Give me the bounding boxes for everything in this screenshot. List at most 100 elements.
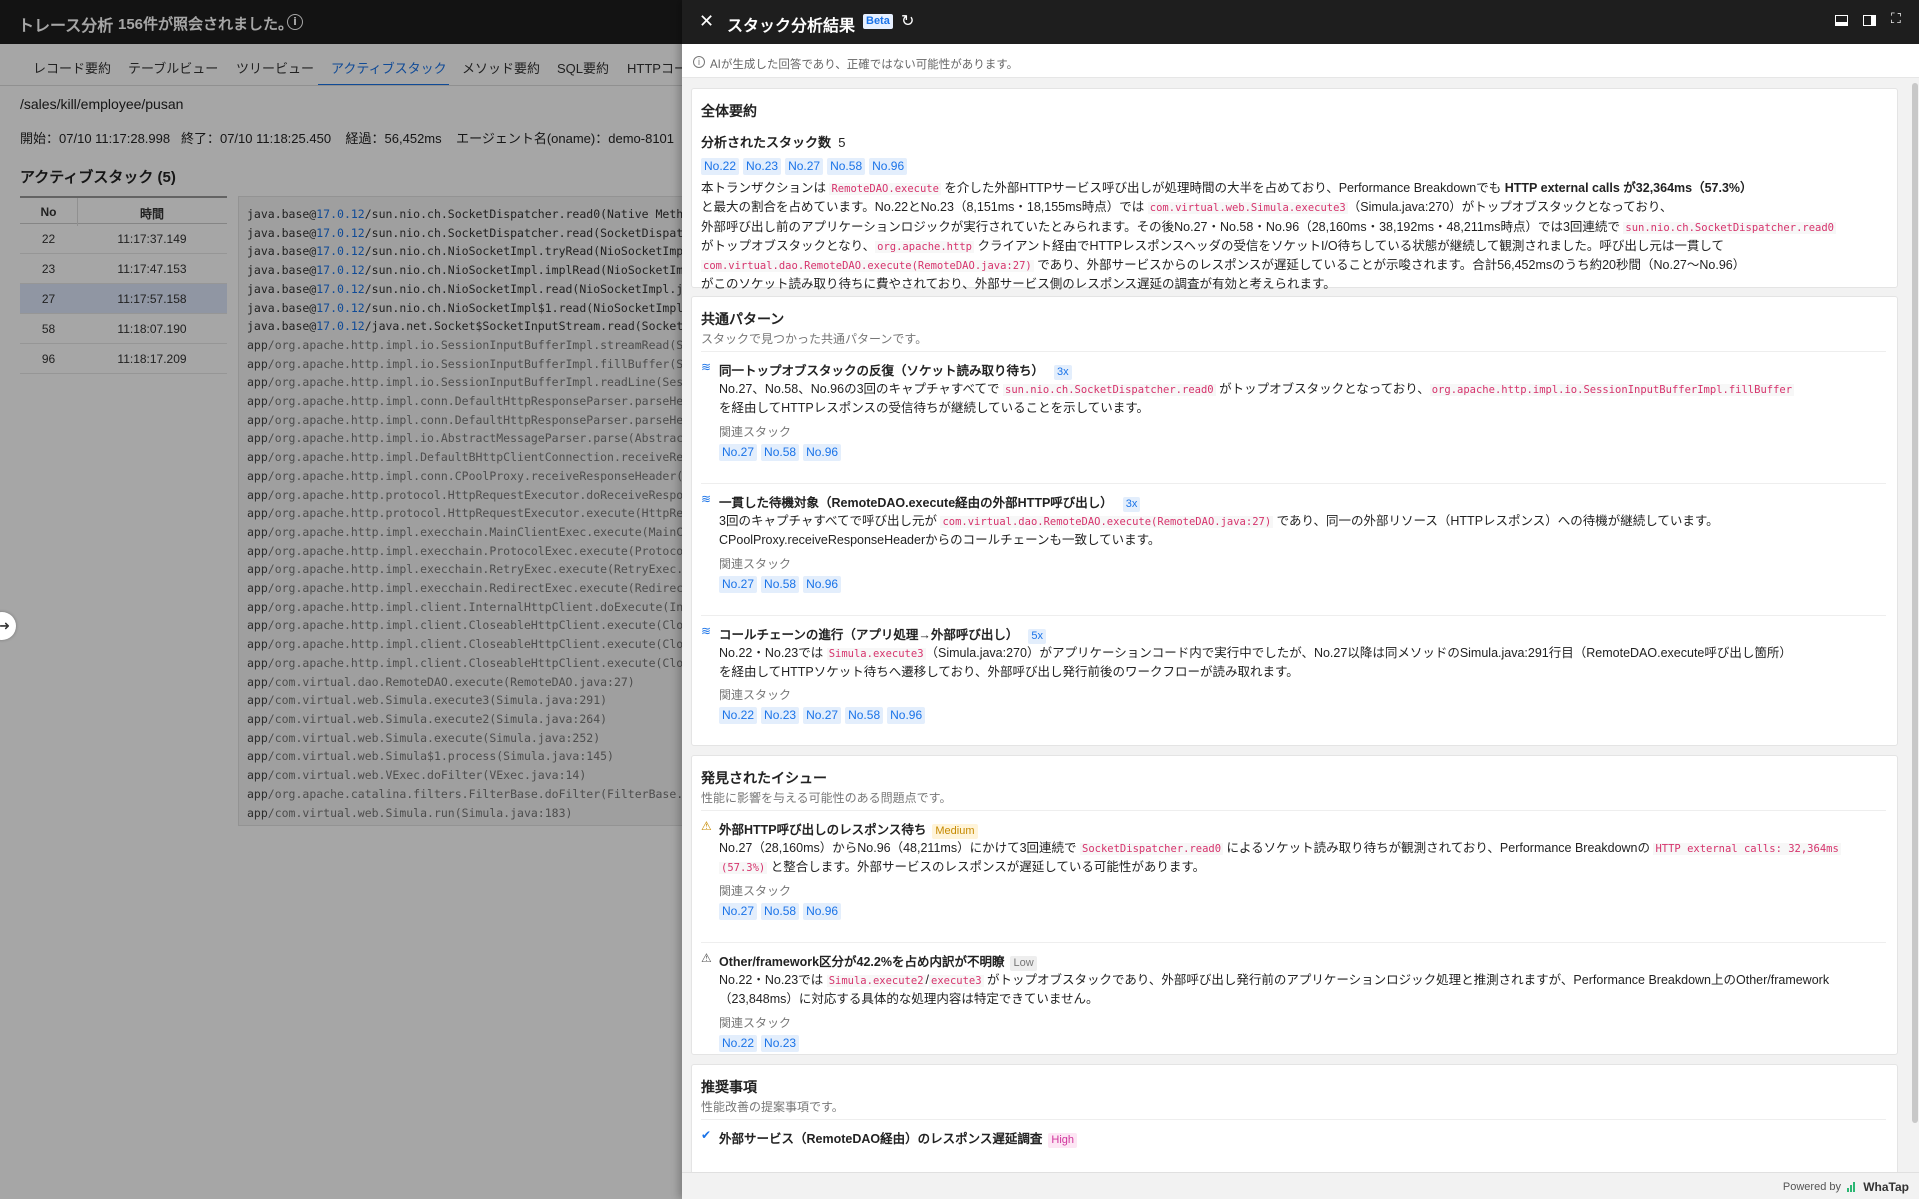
divider xyxy=(701,615,1886,616)
stack-tag[interactable]: No.58 xyxy=(827,158,866,175)
analyzed-count: 5 xyxy=(838,135,846,150)
warning-icon: ⚠ xyxy=(701,951,712,965)
close-icon[interactable]: ✕ xyxy=(699,11,714,32)
severity-badge: Medium xyxy=(932,824,978,839)
patterns-subtitle: スタックで見つかった共通パターンです。 xyxy=(701,332,928,346)
pattern-item: ≋ 一貫した待機対象（RemoteDAO.execute経由の外部HTTP呼び出… xyxy=(701,492,1886,604)
stack-analysis-panel: ✕ スタック分析結果 Beta ↻ ⛶ i AIが生成した回答であり、正確ではな… xyxy=(682,0,1919,1199)
pattern-item: ≋ 同一トップオブスタックの反復（ソケット読み取り待ち） 3x No.27、No.… xyxy=(701,360,1886,472)
occurrence-badge: 3x xyxy=(1054,365,1072,380)
issue-text: No.27（28,160ms）からNo.96（48,211ms）にかけて3回連続… xyxy=(719,841,1841,874)
related-label: 関連スタック xyxy=(719,884,792,898)
stack-tag[interactable]: No.27 xyxy=(719,444,758,461)
related-tags: No.22 No.23 No.27 No.58 No.96 xyxy=(719,706,929,724)
stack-tag[interactable]: No.58 xyxy=(845,707,884,724)
pattern-item: ≋ コールチェーンの進行（アプリ処理→外部呼び出し） 5x No.22・No.23… xyxy=(701,624,1886,736)
related-label: 関連スタック xyxy=(719,425,792,439)
stack-tag[interactable]: No.96 xyxy=(869,158,908,175)
stack-tag[interactable]: No.96 xyxy=(803,903,842,920)
layers-icon: ≋ xyxy=(701,360,712,374)
stack-tag[interactable]: No.22 xyxy=(719,707,758,724)
related-label: 関連スタック xyxy=(719,688,792,702)
issue-text: No.22・No.23では Simula.execute2/execute3 が… xyxy=(719,973,1830,1006)
issue-item: ⚠ Other/framework区分が42.2%を占め内訳が不明瞭 Low No… xyxy=(701,951,1886,1063)
pattern-title: コールチェーンの進行（アプリ処理→外部呼び出し） 5x xyxy=(719,624,1047,644)
pattern-title: 一貫した待機対象（RemoteDAO.execute経由の外部HTTP呼び出し）… xyxy=(719,492,1141,512)
warning-icon: ⚠ xyxy=(701,819,712,833)
pattern-text: No.27、No.58、No.96の3回のキャプチャすべてで sun.nio.c… xyxy=(719,382,1795,415)
pattern-title: 同一トップオブスタックの反復（ソケット読み取り待ち） 3x xyxy=(719,360,1072,380)
stack-tag[interactable]: No.22 xyxy=(701,158,740,175)
related-tags: No.22 No.23 xyxy=(719,1034,803,1052)
divider xyxy=(701,810,1886,811)
ai-notice-bar: i AIが生成した回答であり、正確ではない可能性があります。 xyxy=(682,44,1919,78)
stack-tag[interactable]: No.58 xyxy=(761,576,800,593)
pattern-text: 3回のキャプチャすべてで呼び出し元が com.virtual.dao.Remot… xyxy=(719,514,1719,547)
issues-title: 発見されたイシュー xyxy=(701,770,827,786)
recommendations-subtitle: 性能改善の提案事項です。 xyxy=(701,1100,844,1114)
brand-logo: WhaTap xyxy=(1863,1180,1909,1194)
dock-bottom-icon[interactable] xyxy=(1835,15,1848,26)
summary-text: 本トランザクションは RemoteDAO.execute を介した外部HTTPサ… xyxy=(701,181,1837,292)
recommendation-title: 外部サービス（RemoteDAO経由）のレスポンス遅延調査 High xyxy=(719,1128,1077,1148)
check-circle-icon: ✔ xyxy=(701,1128,712,1142)
refresh-icon[interactable]: ↻ xyxy=(901,11,914,30)
stack-tag[interactable]: No.23 xyxy=(743,158,782,175)
severity-badge: Low xyxy=(1010,956,1037,971)
stack-tag[interactable]: No.58 xyxy=(761,903,800,920)
stack-tag[interactable]: No.23 xyxy=(761,707,800,724)
layers-icon: ≋ xyxy=(701,624,712,638)
stack-tag[interactable]: No.22 xyxy=(719,1035,758,1052)
priority-badge: High xyxy=(1048,1133,1077,1148)
issue-title: Other/framework区分が42.2%を占め内訳が不明瞭 Low xyxy=(719,951,1037,971)
divider xyxy=(701,942,1886,943)
pattern-text: No.22・No.23では Simula.execute3 （Simula.jav… xyxy=(719,646,1792,679)
info-icon: i xyxy=(693,56,705,68)
patterns-card: 共通パターン スタックで見つかった共通パターンです。 ≋ 同一トップオブスタック… xyxy=(691,296,1898,746)
stack-tag[interactable]: No.27 xyxy=(785,158,824,175)
analyzed-stacks: 分析されたスタック数 5 xyxy=(701,132,845,151)
issue-title: 外部HTTP呼び出しのレスポンス待ち Medium xyxy=(719,819,978,839)
whatap-logo-icon xyxy=(1847,1182,1857,1192)
related-tags: No.27 No.58 No.96 xyxy=(719,575,845,593)
divider xyxy=(701,483,1886,484)
stack-tag[interactable]: No.96 xyxy=(803,444,842,461)
stack-tag[interactable]: No.27 xyxy=(719,903,758,920)
stack-tag[interactable]: No.96 xyxy=(887,707,926,724)
layers-icon: ≋ xyxy=(701,492,712,506)
dock-right-icon[interactable] xyxy=(1863,15,1876,26)
analyzed-label: 分析されたスタック数 xyxy=(701,135,832,150)
occurrence-badge: 5x xyxy=(1028,629,1047,644)
related-tags: No.27 No.58 No.96 xyxy=(719,443,845,461)
powered-by-text: Powered by xyxy=(1782,1181,1841,1193)
summary-card: 全体要約 分析されたスタック数 5 No.22 No.23 No.27 No.58 No… xyxy=(691,88,1898,291)
issues-card: 発見されたイシュー 性能に影響を与える可能性のある問題点です。 ⚠ 外部HTTP… xyxy=(691,755,1898,1055)
divider xyxy=(701,351,1886,352)
related-label: 関連スタック xyxy=(719,1016,792,1030)
stack-tag[interactable]: No.27 xyxy=(803,707,842,724)
modal-overlay[interactable] xyxy=(0,0,682,1199)
stack-tag[interactable]: No.96 xyxy=(803,576,842,593)
panel-title: スタック分析結果 xyxy=(727,18,856,35)
issues-subtitle: 性能に影響を与える可能性のある問題点です。 xyxy=(701,791,952,805)
panel-body[interactable]: 全体要約 分析されたスタック数 5 No.22 No.23 No.27 No.58 No… xyxy=(682,78,1919,1199)
stack-tag[interactable]: No.23 xyxy=(761,1035,800,1052)
stack-tag[interactable]: No.58 xyxy=(761,444,800,461)
recommendations-title: 推奨事項 xyxy=(701,1079,757,1095)
panel-footer: Powered by WhaTap xyxy=(682,1172,1919,1199)
recommendation-item: ✔ 外部サービス（RemoteDAO経由）のレスポンス遅延調査 High xyxy=(701,1128,1886,1158)
scrollbar[interactable] xyxy=(1912,83,1918,1123)
stack-tag[interactable]: No.27 xyxy=(719,576,758,593)
ai-notice-text: AIが生成した回答であり、正確ではない可能性があります。 xyxy=(710,59,1019,71)
summary-title: 全体要約 xyxy=(701,103,757,119)
divider xyxy=(701,1119,1886,1120)
occurrence-badge: 3x xyxy=(1122,497,1141,512)
patterns-title: 共通パターン xyxy=(701,311,785,327)
fullscreen-icon[interactable]: ⛶ xyxy=(1891,12,1904,26)
beta-badge: Beta xyxy=(863,14,893,29)
panel-header: ✕ スタック分析結果 Beta ↻ ⛶ xyxy=(682,0,1919,44)
issue-item: ⚠ 外部HTTP呼び出しのレスポンス待ち Medium No.27（28,160m… xyxy=(701,819,1886,931)
summary-tags: No.22 No.23 No.27 No.58 No.96 xyxy=(701,157,911,175)
related-label: 関連スタック xyxy=(719,557,792,571)
related-tags: No.27 No.58 No.96 xyxy=(719,902,845,920)
